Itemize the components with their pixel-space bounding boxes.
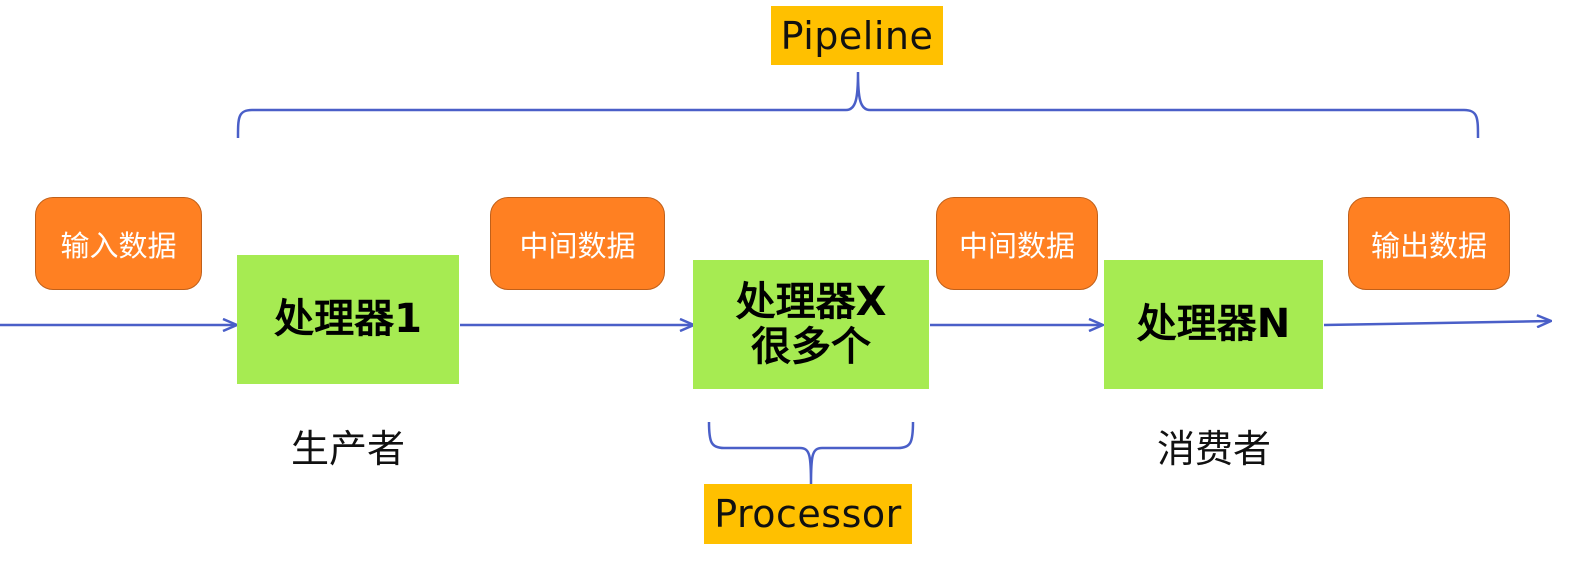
processor-n-label: 处理器N	[1136, 301, 1291, 348]
processor-1-box: 处理器1	[237, 255, 459, 384]
input-data-box: 输入数据	[35, 197, 202, 290]
pipeline-brace	[236, 71, 1480, 139]
processor-n-box: 处理器N	[1104, 260, 1323, 389]
producer-label: 生产者	[290, 427, 405, 471]
pipeline-diagram: Pipeline 输入数据 中间数据 中间数据 输出数据 处理器1 处理器X 很…	[0, 0, 1587, 566]
processor-x-box: 处理器X 很多个	[693, 260, 929, 389]
intermediate-data-box-2: 中间数据	[936, 197, 1098, 290]
consumer-label: 消费者	[1156, 427, 1271, 471]
processor-x-count-label: 很多个	[751, 323, 871, 370]
processor-brace	[707, 421, 915, 485]
pipeline-label: Pipeline	[771, 6, 943, 65]
arrow-processor-n-to-output	[1323, 321, 1550, 325]
intermediate-data-box-1: 中间数据	[490, 197, 665, 290]
output-data-box: 输出数据	[1348, 197, 1510, 290]
processor-1-label: 处理器1	[274, 296, 422, 343]
processor-label: Processor	[704, 484, 912, 544]
processor-x-label: 处理器X	[735, 278, 887, 325]
